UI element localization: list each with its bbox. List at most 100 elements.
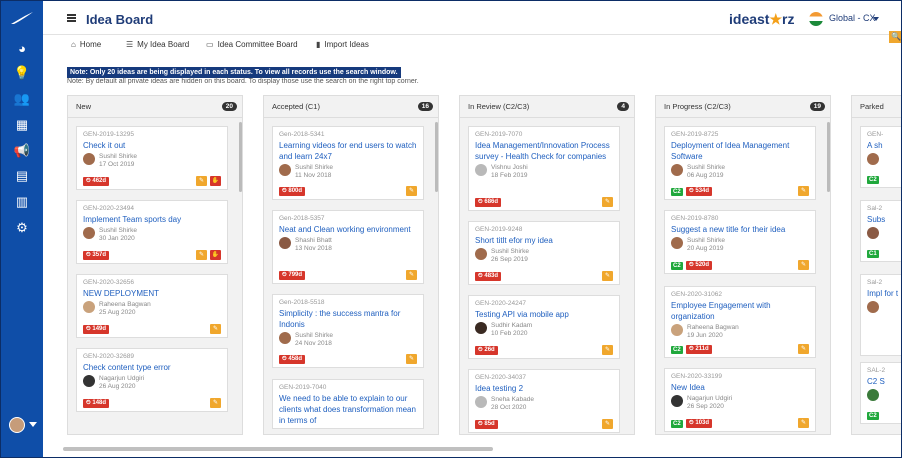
author-name: Sushil Shirke [295, 332, 333, 339]
dashboard-icon[interactable]: ◕ [13, 39, 31, 57]
idea-card[interactable]: GEN-2019-8780 Suggest a new title for th… [664, 210, 816, 274]
edit-icon[interactable]: ✎ [210, 324, 221, 334]
idea-id: GEN-2019-8780 [671, 215, 719, 222]
nav-idea-committee-board[interactable]: ▭ Idea Committee Board [206, 40, 298, 49]
idea-card[interactable]: GEN-2020-23494 Implement Team sports day… [76, 200, 228, 264]
megaphone-icon[interactable]: 📢 [13, 142, 31, 160]
grid-icon[interactable]: ▤ [13, 167, 31, 185]
idea-card[interactable]: GEN-2019-8725 Deployment of Idea Managem… [664, 126, 816, 200]
idea-title[interactable]: Testing API via mobile app [475, 309, 613, 320]
edit-icon[interactable]: ✎ [798, 260, 809, 270]
idea-card[interactable]: Sal-2 Impl for t [860, 274, 901, 356]
edit-icon[interactable]: ✎ [602, 419, 613, 429]
avatar [867, 153, 879, 165]
idea-card[interactable]: Gen-2018-5357 Neat and Clean working env… [272, 210, 424, 284]
column-scrollbar[interactable] [435, 122, 438, 192]
idea-title[interactable]: Check content type error [83, 362, 221, 373]
idea-card[interactable]: GEN-2020-34037 Idea testing 2 Sneha Kaba… [468, 369, 620, 433]
idea-date: 26 Sep 2019 [491, 256, 528, 263]
idea-title[interactable]: A sh [867, 140, 901, 151]
idea-title[interactable]: New Idea [671, 382, 809, 393]
age-badge: ⏲ 103d [686, 419, 713, 428]
idea-title[interactable]: Suggest a new title for their idea [671, 224, 809, 235]
idea-card[interactable]: GEN-2019-9248 Short titlt efor my idea S… [468, 221, 620, 285]
idea-title[interactable]: Deployment of Idea Management Software [671, 140, 809, 162]
idea-title[interactable]: Check it out [83, 140, 221, 151]
idea-title[interactable]: We need to be able to explain to our cli… [279, 393, 417, 426]
edit-icon[interactable]: ✎ [210, 398, 221, 408]
idea-title[interactable]: Implement Team sports day [83, 214, 221, 225]
idea-card[interactable]: Sal-2 Subs C1 [860, 200, 901, 262]
age-badge: ⏲ 462d [83, 177, 110, 186]
author-name: Nagarjun Udgiri [99, 375, 145, 382]
column-parked: Parked GEN- A sh C2 Sal-2 Subs C1 Sal-2 … [851, 95, 901, 435]
horizontal-scrollbar[interactable] [63, 447, 493, 451]
chevron-down-icon[interactable] [29, 422, 37, 427]
idea-title[interactable]: Idea Management/Innovation Process surve… [475, 140, 613, 162]
count-badge: 20 [221, 102, 237, 111]
idea-card[interactable]: GEN-2019-7070 Idea Management/Innovation… [468, 126, 620, 211]
idea-title[interactable]: Simplicity : the success mantra for Indo… [279, 308, 417, 330]
idea-card[interactable]: Gen-2018-5341 Learning videos for end us… [272, 126, 424, 200]
idea-title[interactable]: Short titlt efor my idea [475, 235, 613, 246]
idea-card[interactable]: GEN-2019-7040 We need to be able to expl… [272, 379, 424, 429]
idea-date: 25 Aug 2020 [99, 309, 136, 316]
author-name: Sushil Shirke [687, 164, 725, 171]
idea-card[interactable]: GEN-2020-33199 New Idea Nagarjun Udgiri 2… [664, 368, 816, 432]
users-icon[interactable]: 👥 [13, 90, 31, 108]
idea-title[interactable]: Employee Engagement with organization [671, 300, 809, 322]
author-name: Sushil Shirke [99, 153, 137, 160]
edit-icon[interactable]: ✎ [798, 418, 809, 428]
edit-icon[interactable]: ✎ [406, 270, 417, 280]
edit-icon[interactable]: ✎ [196, 250, 207, 260]
edit-icon[interactable]: ✎ [798, 186, 809, 196]
idea-card[interactable]: GEN-2020-32656 NEW DEPLOYMENT Raheena Ba… [76, 274, 228, 338]
idea-title[interactable]: Subs [867, 214, 901, 225]
column-title: Parked [860, 102, 884, 111]
idea-card[interactable]: GEN-2020-31062 Employee Engagement with … [664, 286, 816, 358]
app-logo-icon[interactable] [10, 11, 34, 25]
import-icon: ▮ [316, 40, 321, 49]
nav-my-idea-board[interactable]: ☰ My Idea Board [126, 40, 189, 49]
edit-icon[interactable]: ✎ [196, 176, 207, 186]
chevron-down-icon[interactable] [873, 17, 879, 21]
edit-icon[interactable]: ✎ [602, 271, 613, 281]
edit-icon[interactable]: ✎ [602, 197, 613, 207]
reject-icon[interactable]: ✋ [210, 176, 221, 186]
board-icon[interactable]: ▦ [13, 116, 31, 134]
hamburger-menu-icon[interactable] [67, 14, 76, 22]
idea-title[interactable]: Learning videos for end users to watch a… [279, 140, 417, 162]
idea-card[interactable]: SAL-2 C2 S C2 [860, 362, 901, 424]
idea-card[interactable]: Gen-2018-5518 Simplicity : the success m… [272, 294, 424, 368]
idea-title[interactable]: NEW DEPLOYMENT [83, 288, 221, 299]
column-scrollbar[interactable] [239, 122, 242, 192]
edit-icon[interactable]: ✎ [602, 345, 613, 355]
count-badge: 4 [617, 102, 629, 111]
region-selector[interactable]: Global - CX [829, 13, 876, 23]
edit-icon[interactable]: ✎ [406, 354, 417, 364]
idea-title[interactable]: C2 S [867, 376, 901, 387]
edit-icon[interactable]: ✎ [798, 344, 809, 354]
idea-title[interactable]: Impl for t [867, 288, 901, 299]
user-avatar[interactable] [9, 417, 25, 433]
column-scrollbar[interactable] [827, 122, 830, 192]
gear-icon[interactable]: ⚙ [13, 219, 31, 237]
idea-card[interactable]: GEN-2019-13295 Check it out Sushil Shirk… [76, 126, 228, 190]
age-badge: ⏲ 799d [279, 271, 306, 280]
idea-title[interactable]: Neat and Clean working environment [279, 224, 417, 235]
age-badge: ⏲ 149d [83, 325, 110, 334]
reject-icon[interactable]: ✋ [210, 250, 221, 260]
edit-icon[interactable]: ✎ [406, 186, 417, 196]
nav-home[interactable]: ⌂ Home [71, 40, 101, 49]
age-badge: ⏲ 534d [686, 187, 713, 196]
nav-import-ideas[interactable]: ▮ Import Ideas [316, 40, 369, 49]
idea-title[interactable]: Idea testing 2 [475, 383, 613, 394]
reports-icon[interactable]: ▥ [13, 193, 31, 211]
column-title: In Progress (C2/C3) [664, 102, 731, 111]
idea-card[interactable]: GEN-2020-24247 Testing API via mobile ap… [468, 295, 620, 359]
idea-card[interactable]: GEN- A sh C2 [860, 126, 901, 188]
idea-id: Gen-2018-5357 [279, 215, 325, 222]
author-name: Sushil Shirke [99, 227, 137, 234]
lightbulb-icon[interactable]: 💡 [13, 64, 31, 82]
idea-card[interactable]: GEN-2020-32689 Check content type error … [76, 348, 228, 412]
